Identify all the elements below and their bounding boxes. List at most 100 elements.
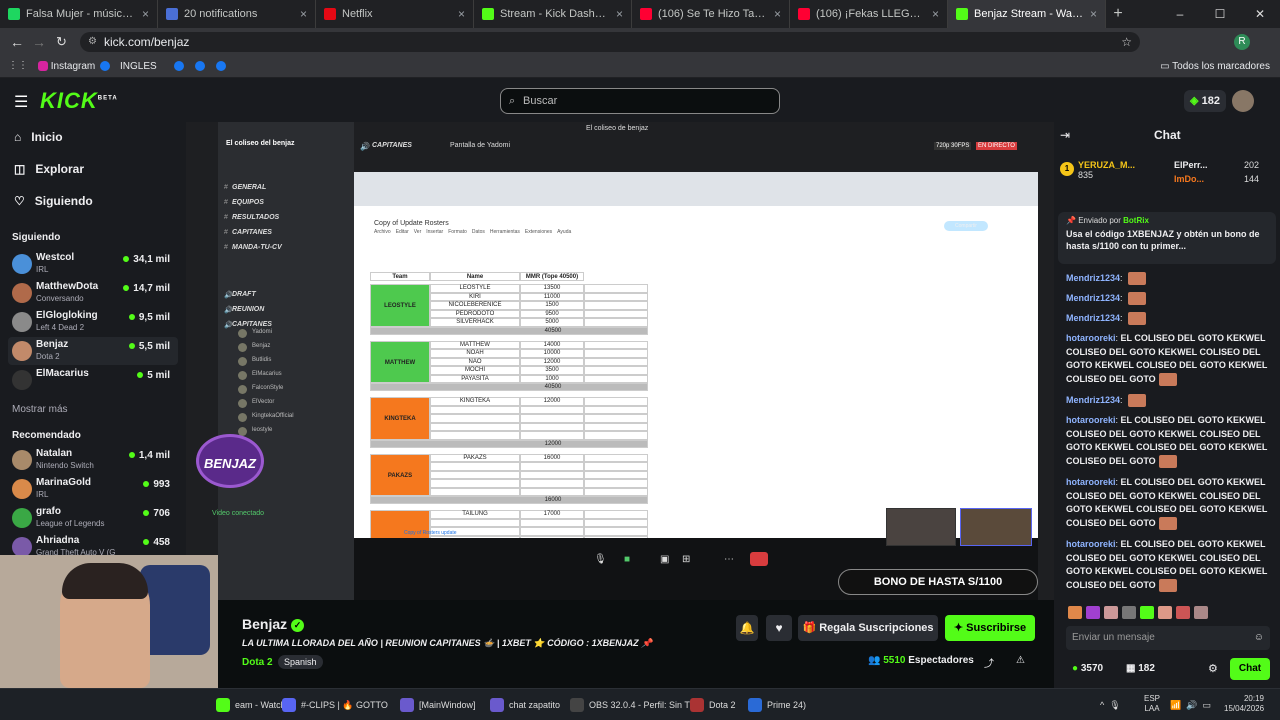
close-window-button[interactable]: ✕: [1240, 0, 1280, 28]
apps-icon[interactable]: ⋮⋮: [8, 60, 28, 71]
language-tag[interactable]: Spanish: [278, 655, 323, 669]
menu-icon[interactable]: ☰: [14, 92, 28, 112]
nav-explorar[interactable]: ◫ Explorar: [14, 162, 84, 176]
gift-subs-button[interactable]: 🎁 Regala Suscripciones: [798, 615, 938, 641]
top-gifter-2[interactable]: ElPerr... 202: [1174, 160, 1274, 170]
chat-username[interactable]: Mendriz1234: [1066, 293, 1120, 303]
discord-server-title[interactable]: El coliseo del benjaz: [226, 140, 294, 147]
close-tab-icon[interactable]: ×: [458, 7, 465, 21]
top-gifter-1[interactable]: 1 YERUZA_M... 835: [1060, 160, 1135, 180]
browser-tab[interactable]: Benjaz Stream - Watch Live ×: [948, 0, 1106, 28]
channel-viewers: 5,5 mil: [129, 341, 170, 352]
sidebar-channel[interactable]: Benjaz Dota 2 5,5 mil: [8, 337, 178, 365]
sidebar-channel[interactable]: MatthewDota Conversando 14,7 mil: [8, 279, 178, 307]
kick-logo[interactable]: KICKBETA: [40, 88, 118, 114]
browser-tab[interactable]: 20 notifications ×: [158, 0, 316, 28]
top-gifter-3[interactable]: ImDo... 144: [1174, 174, 1274, 184]
clock[interactable]: 20:19 15/04/2026: [1224, 694, 1264, 714]
bookmarks-folder[interactable]: ▭ Todos los marcadores: [1160, 61, 1270, 72]
chat-panel: ⇥ Chat 1 YERUZA_M... 835 ElPerr... 202 ImD…: [1054, 122, 1280, 688]
taskbar-app[interactable]: #-CLIPS | 🔥 GOTTO: [282, 695, 388, 715]
maximize-window-button[interactable]: ☐: [1200, 0, 1240, 28]
mic-tray-icon[interactable]: 🎙: [1109, 700, 1120, 711]
sidebar-channel[interactable]: Westcol IRL 34,1 mil: [8, 250, 178, 278]
user-avatar[interactable]: [1232, 90, 1254, 112]
browser-tab[interactable]: (106) ¡Fekas LLEGAN a Colo ×: [790, 0, 948, 28]
close-tab-icon[interactable]: ×: [142, 7, 149, 21]
facebook-icon[interactable]: [216, 61, 226, 71]
forward-icon[interactable]: →: [32, 34, 46, 50]
chat-username[interactable]: hotarooreki: [1066, 415, 1116, 425]
bookmark-ingles[interactable]: INGLES: [120, 61, 157, 72]
close-tab-icon[interactable]: ×: [300, 7, 307, 21]
profile-avatar[interactable]: R: [1234, 34, 1250, 50]
notification-bell-button[interactable]: 🔔: [736, 615, 758, 641]
taskbar-app[interactable]: eam - Watch l: [216, 695, 290, 715]
follow-heart-button[interactable]: ♥: [766, 615, 792, 641]
bookmark-star-icon[interactable]: ☆: [1121, 32, 1132, 52]
nav-inicio[interactable]: ⌂ Inicio: [14, 130, 63, 144]
sidebar-channel[interactable]: MarinaGold IRL 993: [8, 475, 178, 503]
close-tab-icon[interactable]: ×: [774, 7, 781, 21]
browser-tab[interactable]: (106) Se Te Hizo Tarde (feat. Ele ×: [632, 0, 790, 28]
nav-siguiendo[interactable]: ♡ Siguiendo: [14, 194, 93, 208]
channel-name: MarinaGold: [36, 477, 92, 488]
chevron-up-icon[interactable]: ^: [1100, 700, 1104, 710]
streamer-name[interactable]: Benjaz ✓: [242, 616, 305, 632]
report-icon[interactable]: ⚠: [1016, 655, 1025, 666]
chat-username[interactable]: hotarooreki: [1066, 539, 1116, 549]
language-indicator[interactable]: ESP LAA: [1144, 694, 1160, 714]
emoji-icon[interactable]: ☺: [1254, 626, 1264, 650]
browser-tab[interactable]: Netflix ×: [316, 0, 474, 28]
close-tab-icon[interactable]: ×: [932, 7, 939, 21]
back-icon[interactable]: ←: [10, 34, 24, 50]
chat-username[interactable]: hotarooreki: [1066, 333, 1116, 343]
kicks-balance-button[interactable]: ◈ 182: [1184, 90, 1226, 112]
sidebar-channel[interactable]: Natalan Nintendo Switch 1,4 mil: [8, 446, 178, 474]
chat-username[interactable]: Mendriz1234: [1066, 395, 1120, 405]
close-tab-icon[interactable]: ×: [1090, 7, 1097, 21]
wifi-icon[interactable]: 📶: [1170, 700, 1181, 711]
minimize-window-button[interactable]: –: [1160, 0, 1200, 28]
facebook-icon[interactable]: [100, 61, 110, 71]
collapse-chat-icon[interactable]: ⇥: [1060, 128, 1070, 142]
new-tab-button[interactable]: +: [1106, 0, 1130, 28]
send-chat-button[interactable]: Chat: [1230, 658, 1270, 680]
battery-icon[interactable]: ▭: [1202, 700, 1211, 711]
sidebar-channel[interactable]: ElGlogloking Left 4 Dead 2 9,5 mil: [8, 308, 178, 336]
sidebar-channel[interactable]: grafo League of Legends 706: [8, 504, 178, 532]
chat-username[interactable]: Mendriz1234: [1066, 313, 1120, 323]
search-input[interactable]: ⌕ Buscar: [500, 88, 780, 114]
taskbar-app[interactable]: OBS 32.0.4 - Perfil: Sin T: [570, 695, 690, 715]
sidebar-channel[interactable]: ElMacarius 5 mil: [8, 366, 178, 394]
chat-username[interactable]: Mendriz1234: [1066, 273, 1120, 283]
chat-settings-icon[interactable]: ⚙: [1208, 662, 1218, 675]
bookmark-instagram[interactable]: Instagram: [38, 61, 95, 72]
browser-tab[interactable]: Stream - Kick Dashboard ×: [474, 0, 632, 28]
taskbar-app[interactable]: Prime 24): [748, 695, 806, 715]
facebook-icon[interactable]: [195, 61, 205, 71]
site-info-icon[interactable]: ⚙: [88, 32, 97, 52]
voice-user: ElVector: [252, 399, 275, 405]
folder-icon: ▭: [1160, 61, 1170, 72]
chat-username[interactable]: hotarooreki: [1066, 477, 1116, 487]
channel-name: grafo: [36, 506, 61, 517]
taskbar-app[interactable]: Dota 2: [690, 695, 736, 715]
taskbar-app[interactable]: [MainWindow]: [400, 695, 476, 715]
empty-cell: [584, 462, 648, 471]
pinned-message[interactable]: 📌 Enviado por BotRix Usa el código 1XBEN…: [1058, 212, 1276, 264]
chat-kicks[interactable]: ▦ 182: [1126, 663, 1155, 674]
close-tab-icon[interactable]: ×: [616, 7, 623, 21]
browser-tab[interactable]: Falsa Mujer - música y letra de ×: [0, 0, 158, 28]
volume-icon[interactable]: 🔊: [1186, 700, 1197, 711]
taskbar-app[interactable]: chat zapatito: [490, 695, 560, 715]
subscribe-button[interactable]: ✦ Suscribirse: [945, 615, 1035, 641]
reload-icon[interactable]: ↻: [56, 34, 67, 50]
channel-points[interactable]: ● 3570: [1072, 663, 1103, 674]
category-link[interactable]: Dota 2: [242, 657, 273, 668]
url-input[interactable]: ⚙ kick.com/benjaz ☆: [80, 32, 1140, 52]
chat-input[interactable]: Enviar un mensaje ☺: [1066, 626, 1270, 650]
share-icon[interactable]: ⤴: [984, 655, 994, 670]
facebook-icon[interactable]: [174, 61, 184, 71]
show-more-link[interactable]: Mostrar más: [12, 404, 68, 415]
